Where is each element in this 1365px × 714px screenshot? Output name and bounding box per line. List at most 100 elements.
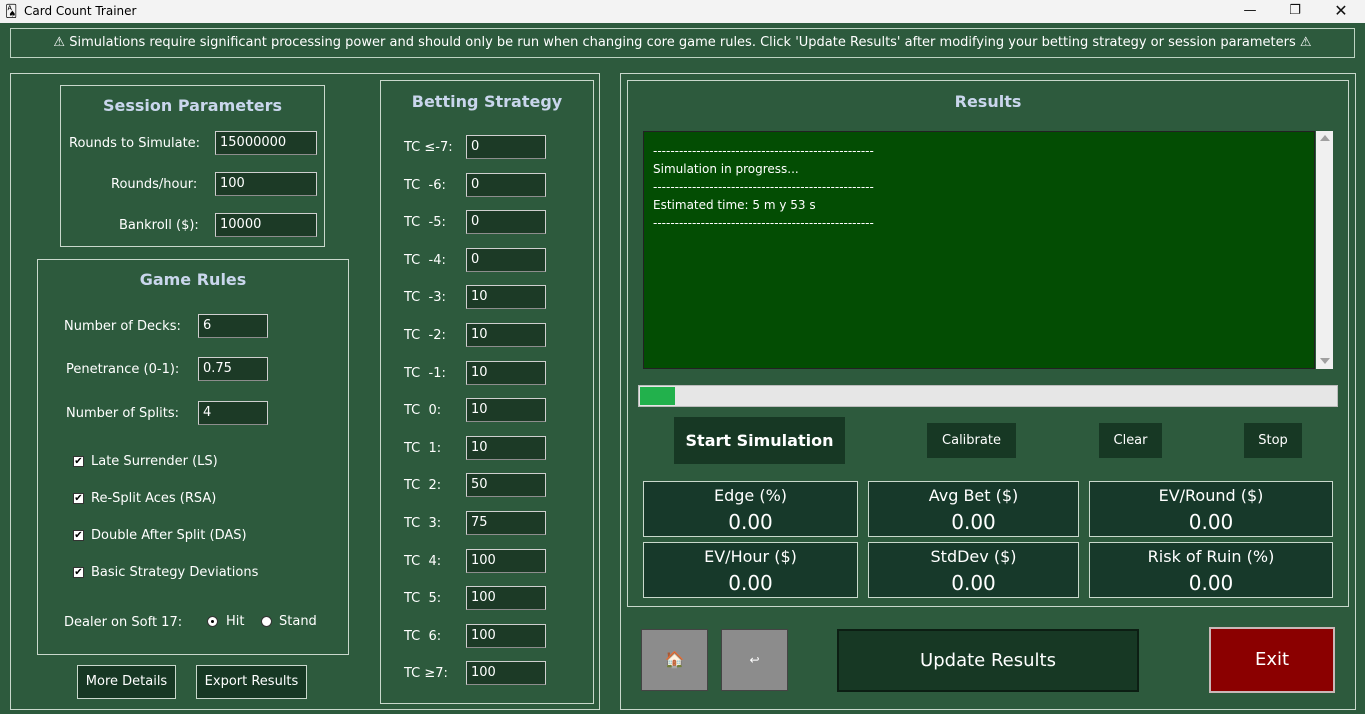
tc-label: TC 2: bbox=[404, 478, 442, 494]
stat-title: EV/Hour ($) bbox=[704, 547, 797, 566]
rounds-input[interactable]: 15000000 bbox=[215, 131, 317, 155]
maximize-button[interactable]: ❐ bbox=[1272, 0, 1318, 23]
stat-title: StdDev ($) bbox=[930, 547, 1017, 566]
title-bar: 🂡 Card Count Trainer — ❐ ✕ bbox=[0, 0, 1365, 23]
stat-title: Avg Bet ($) bbox=[928, 486, 1019, 505]
soft17-stand-label: Stand bbox=[279, 614, 317, 629]
rounds-label: Rounds to Simulate: bbox=[69, 136, 201, 151]
tc-bet-input[interactable]: 10 bbox=[466, 435, 546, 460]
splits-label: Number of Splits: bbox=[66, 406, 179, 421]
decks-input[interactable]: 6 bbox=[198, 314, 268, 338]
tc-bet-input[interactable]: 100 bbox=[466, 586, 546, 611]
stop-button[interactable]: Stop bbox=[1244, 423, 1302, 458]
scroll-down-icon[interactable] bbox=[1320, 358, 1330, 364]
exit-button[interactable]: Exit bbox=[1209, 627, 1335, 693]
rounds-per-hour-label: Rounds/hour: bbox=[111, 177, 198, 192]
more-details-button[interactable]: More Details bbox=[77, 665, 176, 699]
tc-label: TC 4: bbox=[404, 553, 442, 569]
tc-bet-input[interactable]: 10 bbox=[466, 360, 546, 385]
tc-label: TC -1: bbox=[404, 365, 446, 381]
stat-stddev: StdDev ($) 0.00 bbox=[868, 542, 1079, 598]
rounds-per-hour-input[interactable]: 100 bbox=[215, 172, 317, 196]
stat-title: Edge (%) bbox=[713, 486, 788, 505]
stat-value: 0.00 bbox=[951, 510, 996, 534]
log-line: ----------------------------------------… bbox=[653, 216, 874, 230]
soft17-label: Dealer on Soft 17: bbox=[64, 615, 183, 630]
results-log[interactable]: ----------------------------------------… bbox=[643, 131, 1315, 369]
progress-bar bbox=[638, 385, 1338, 407]
stat-edge: Edge (%) 0.00 bbox=[643, 481, 858, 537]
tc-label: TC 6: bbox=[404, 628, 442, 644]
penetrance-input[interactable]: 0.75 bbox=[198, 357, 268, 381]
tc-label: TC ≤-7: bbox=[404, 140, 453, 155]
tc-label: TC 3: bbox=[404, 516, 442, 531]
stat-avg-bet: Avg Bet ($) 0.00 bbox=[868, 481, 1079, 537]
tc-bet-input[interactable]: 10 bbox=[466, 398, 546, 423]
log-line: ----------------------------------------… bbox=[653, 180, 874, 194]
warning-text: Simulations require significant processi… bbox=[69, 35, 1296, 50]
tc-bet-input[interactable]: 50 bbox=[466, 473, 546, 498]
tc-bet-input[interactable]: 0 bbox=[466, 172, 546, 197]
tc-label: TC -5: bbox=[404, 215, 446, 231]
penetrance-label: Penetrance (0-1): bbox=[66, 362, 180, 377]
tc-bet-input[interactable]: 100 bbox=[466, 661, 546, 686]
start-simulation-button[interactable]: Start Simulation bbox=[674, 417, 845, 464]
bankroll-input[interactable]: 10000 bbox=[215, 213, 317, 237]
splits-input[interactable]: 4 bbox=[198, 401, 268, 425]
warning-icon: ⚠ bbox=[1299, 35, 1312, 50]
stat-ev-round: EV/Round ($) 0.00 bbox=[1089, 481, 1333, 537]
tc-bet-input[interactable]: 0 bbox=[466, 135, 546, 159]
back-button[interactable]: ↩ bbox=[721, 629, 788, 691]
deviations-checkbox[interactable]: ✔ bbox=[73, 567, 84, 578]
clear-button[interactable]: Clear bbox=[1099, 423, 1162, 458]
game-rules-title: Game Rules bbox=[139, 270, 247, 289]
resplit-aces-checkbox[interactable]: ✔ bbox=[73, 493, 84, 504]
stat-value: 0.00 bbox=[1188, 571, 1234, 595]
tc-bet-input[interactable]: 10 bbox=[466, 323, 546, 347]
scroll-up-icon[interactable] bbox=[1320, 135, 1330, 141]
soft17-hit-radio[interactable] bbox=[207, 616, 218, 627]
betting-strategy-title: Betting Strategy bbox=[411, 92, 563, 111]
app-icon: 🂡 bbox=[5, 4, 18, 18]
soft17-hit-label: Hit bbox=[226, 614, 245, 629]
late-surrender-checkbox[interactable]: ✔ bbox=[73, 456, 84, 467]
close-button[interactable]: ✕ bbox=[1318, 0, 1364, 23]
results-title: Results bbox=[954, 92, 1022, 111]
stat-value: 0.00 bbox=[728, 571, 773, 595]
stat-risk-of-ruin: Risk of Ruin (%) 0.00 bbox=[1089, 542, 1333, 598]
tc-label: TC 5: bbox=[404, 591, 442, 607]
export-results-button[interactable]: Export Results bbox=[196, 665, 307, 699]
stat-ev-hour: EV/Hour ($) 0.00 bbox=[643, 542, 858, 598]
window-title: Card Count Trainer bbox=[24, 4, 137, 18]
progress-fill bbox=[640, 387, 675, 405]
tc-bet-input[interactable]: 100 bbox=[466, 623, 546, 648]
stat-value: 0.00 bbox=[951, 571, 996, 595]
tc-label: TC ≥7: bbox=[404, 666, 448, 682]
update-results-button[interactable]: Update Results bbox=[837, 629, 1139, 692]
session-title: Session Parameters bbox=[102, 96, 283, 115]
das-checkbox[interactable]: ✔ bbox=[73, 530, 84, 541]
calibrate-button[interactable]: Calibrate bbox=[927, 423, 1016, 458]
home-icon: 🏠 bbox=[664, 650, 685, 669]
log-line: Simulation in progress... bbox=[653, 162, 799, 176]
tc-bet-input[interactable]: 75 bbox=[466, 511, 546, 535]
log-line: ----------------------------------------… bbox=[653, 144, 874, 158]
home-button[interactable]: 🏠 bbox=[641, 629, 708, 691]
stat-title: EV/Round ($) bbox=[1158, 486, 1264, 505]
soft17-stand-radio[interactable] bbox=[261, 616, 272, 627]
tc-bet-input[interactable]: 100 bbox=[466, 548, 546, 573]
minimize-button[interactable]: — bbox=[1227, 0, 1273, 23]
tc-bet-input[interactable]: 10 bbox=[466, 285, 546, 310]
stat-title: Risk of Ruin (%) bbox=[1147, 547, 1275, 566]
bankroll-label: Bankroll ($): bbox=[119, 218, 199, 233]
das-label: Double After Split (DAS) bbox=[91, 528, 247, 543]
tc-label: TC -6: bbox=[404, 177, 446, 193]
tc-bet-input[interactable]: 0 bbox=[466, 210, 546, 235]
back-icon: ↩ bbox=[749, 653, 760, 667]
results-scrollbar[interactable] bbox=[1316, 131, 1333, 369]
tc-bet-input[interactable]: 0 bbox=[466, 247, 546, 272]
warning-banner: ⚠ Simulations require significant proces… bbox=[10, 28, 1355, 58]
tc-label: TC -2: bbox=[404, 328, 446, 343]
tc-label: TC -4: bbox=[404, 252, 446, 268]
log-line: Estimated time: 5 m y 53 s bbox=[653, 198, 816, 212]
